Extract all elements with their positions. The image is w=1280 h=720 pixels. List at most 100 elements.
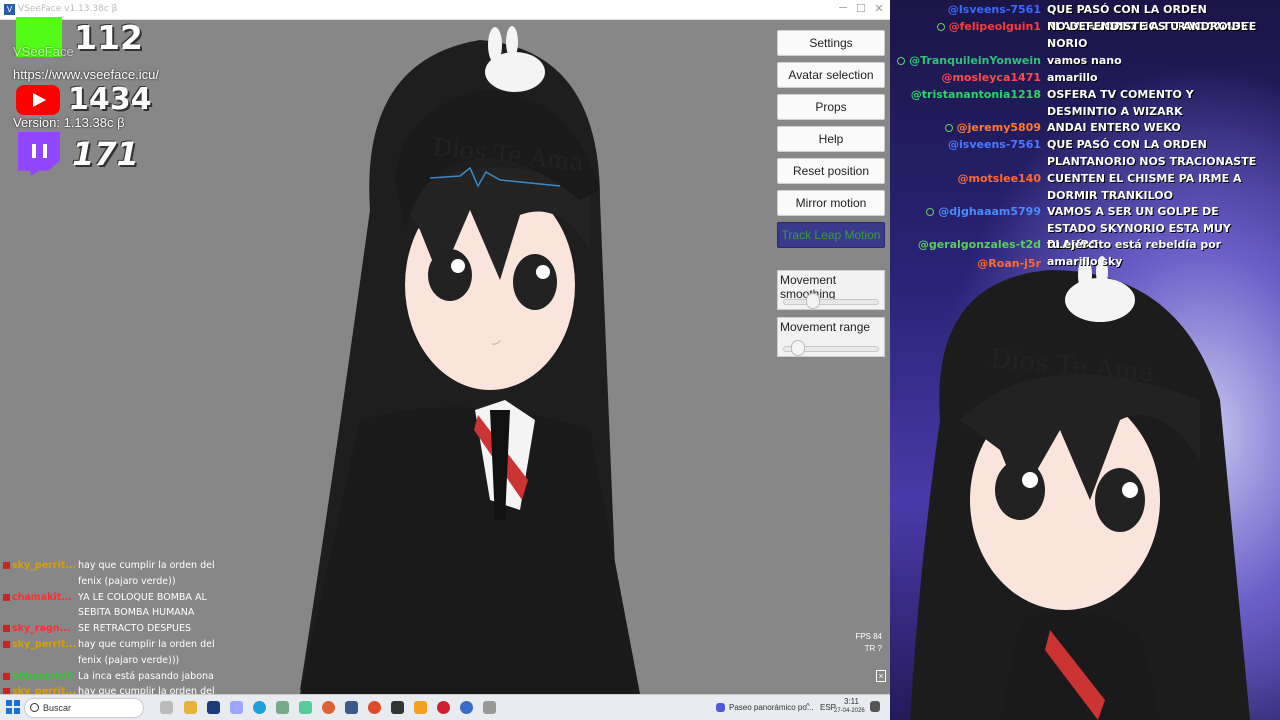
chat-text: hay que cumplir la orden del fenix (paja… [78, 638, 215, 666]
member-badge-icon [926, 208, 935, 216]
chat-username-wrap: @isveens-7561 [890, 137, 1047, 170]
stream-overlay-panel: Dios Te Ama @Isveens-7561 QUE PASÓ CON LA… [890, 0, 1280, 720]
app-name: VSeeFace [13, 44, 74, 59]
taskbar-window-label[interactable]: Paseo panorámico po... [729, 703, 814, 712]
twitch-stat: 171 [18, 132, 139, 176]
app-icon-a[interactable] [230, 701, 243, 714]
tray-chevron-icon[interactable]: ^ [806, 702, 810, 711]
calculator-icon[interactable] [483, 701, 496, 714]
app-icon-d[interactable] [391, 701, 404, 714]
chat-message: sky_perrit... hay que cumplir la orden de… [0, 558, 230, 590]
chat-username-wrap: @TranquileinYonwein [890, 53, 1047, 70]
close-button[interactable]: ✕ [872, 2, 886, 15]
clock-date[interactable]: 27-04-2026 [834, 708, 865, 714]
chat-username-wrap: @tristanantonia1218 [890, 87, 1047, 120]
chat-username: @djghaaam5799 [938, 205, 1041, 218]
chat-text: YA LE COLOQUE BOMBA AL SEBITA BOMBA HUMA… [78, 591, 207, 619]
chat-badge-icon [0, 669, 12, 685]
app-icon-b[interactable] [276, 701, 289, 714]
window-title: VSeeFace v1.13.38c β [18, 4, 118, 14]
chat-username-wrap: @Roan-j5r [890, 256, 1047, 273]
opera-icon[interactable] [437, 701, 450, 714]
vseeface-icon-2[interactable] [345, 701, 358, 714]
settings-button[interactable]: Settings [777, 30, 885, 56]
maximize-button[interactable]: ☐ [854, 2, 868, 15]
tracking-indicator: TR ? [864, 644, 882, 653]
chat-username: @jeremy5809 [956, 121, 1041, 134]
app-icon-f[interactable] [460, 701, 473, 714]
chat-badge-icon [0, 684, 12, 694]
taskbar-search-input[interactable]: Buscar [24, 698, 144, 718]
chat-text [1047, 256, 1280, 273]
youtube-logo-icon [16, 84, 60, 115]
chat-username: @tristanantonia1218 [910, 88, 1041, 101]
task-view-icon[interactable] [160, 701, 173, 714]
website-link[interactable]: https://www.vseeface.icu/ [13, 67, 159, 82]
help-button[interactable]: Help [777, 126, 885, 152]
fps-counter: FPS 84 [855, 632, 882, 641]
clock-time[interactable]: 3:11 [844, 697, 859, 706]
close-chat-icon[interactable]: × [876, 670, 886, 682]
vseeface-window: Dios Te Ama V VSeeFace v1.13.38c β ─ ☐ ✕… [0, 0, 890, 694]
chat-username: @geralgonzales-t2d [917, 238, 1041, 251]
edge-icon[interactable] [253, 701, 266, 714]
app-icon: V [4, 4, 15, 15]
windows-start-icon[interactable] [6, 700, 20, 714]
member-badge-icon [936, 23, 945, 31]
chat-username: sky_perrit... [12, 638, 77, 650]
chat-message: sky_perrit... hay que cumplir la orden de… [0, 684, 230, 694]
chat-message: @motslee140 CUENTEN EL CHISME PA IRME A D… [890, 171, 1280, 204]
chat-text: hay que cumplir la orden del [78, 686, 215, 694]
mirror-motion-button[interactable]: Mirror motion [777, 190, 885, 216]
app-icon-e[interactable] [414, 701, 427, 714]
chat-badge-icon [0, 621, 12, 637]
chat-text: CUENTEN EL CHISME PA IRME A DORMIR TRANK… [1047, 172, 1242, 202]
track-leap-motion-button[interactable]: Track Leap Motion [777, 222, 885, 248]
props-button[interactable]: Props [777, 94, 885, 120]
chat-message: @TranquileinYonwein vamos nano [890, 53, 1280, 70]
chat-message: @isveens-7561 QUE PASÓ CON LA ORDEN PLANT… [890, 137, 1280, 170]
chat-username: b0bpatricl0 [12, 670, 74, 682]
file-explorer-icon[interactable] [184, 701, 197, 714]
chat-text: NO DEFENDISTE A TU ANDROIDE NORIO [1047, 20, 1249, 50]
chat-username: @felipeolguin1 [948, 20, 1041, 33]
minimize-button[interactable]: ─ [836, 2, 850, 14]
chat-text: La inca está pasando jabona [78, 670, 214, 682]
twitch-logo-icon [18, 132, 60, 176]
slider-track[interactable] [783, 299, 879, 305]
window-preview-icon [716, 703, 725, 712]
movement-smoothing-slider[interactable]: Movement smoothing [777, 270, 885, 310]
slider-thumb[interactable] [791, 340, 806, 356]
chat-message: @felipeolguin1 NO DEFENDISTE A TU ANDROID… [890, 19, 1280, 52]
taskbar: Buscar Paseo panorámico po... ^ ESP 3:11… [0, 694, 890, 720]
chat-message: @tristanantonia1218 OSFERA TV COMENTO Y D… [890, 87, 1280, 120]
notification-icon[interactable] [870, 701, 880, 712]
chat-text: hay que cumplir la orden del fenix (paja… [78, 560, 215, 587]
chat-message: @jeremy5809 ANDAI ENTERO WEKO [890, 120, 1280, 137]
chat-message: sky_ragn... SE RETRACTO DESPUES [0, 621, 230, 637]
twitch-count: 171 [72, 135, 139, 173]
version-text: Version: 1.13.38c β [13, 115, 125, 130]
chat-username: @Roan-j5r [977, 257, 1041, 270]
chat-username: @motslee140 [957, 172, 1041, 185]
chat-username: sky_ragn... [12, 623, 71, 635]
chat-badge-icon [0, 637, 12, 669]
chat-text: amarillo [1047, 71, 1098, 84]
chat-username: chamakit... [12, 591, 73, 603]
firefox-icon[interactable] [322, 701, 335, 714]
reset-position-button[interactable]: Reset position [777, 158, 885, 184]
slider-thumb[interactable] [805, 293, 820, 309]
chat-message: @mosleyca1471 amarillo [890, 70, 1280, 87]
chat-badge-icon [0, 558, 12, 590]
vseeface-taskbar-icon[interactable] [207, 701, 220, 714]
chrome-icon[interactable] [368, 701, 381, 714]
app-icon-c[interactable] [299, 701, 312, 714]
member-badge-icon [897, 57, 906, 65]
chat-username: sky_perrit... [12, 686, 77, 694]
chat-username: sky_perrit... [12, 560, 77, 571]
avatar-selection-button[interactable]: Avatar selection [777, 62, 885, 88]
chat-text: OSFERA TV COMENTO Y DESMINTIO A WIZARK [1047, 88, 1194, 118]
movement-range-slider[interactable]: Movement range [777, 317, 885, 357]
chat-username: @Isveens-7561 [947, 3, 1041, 16]
chat-username-wrap: @motslee140 [890, 171, 1047, 204]
